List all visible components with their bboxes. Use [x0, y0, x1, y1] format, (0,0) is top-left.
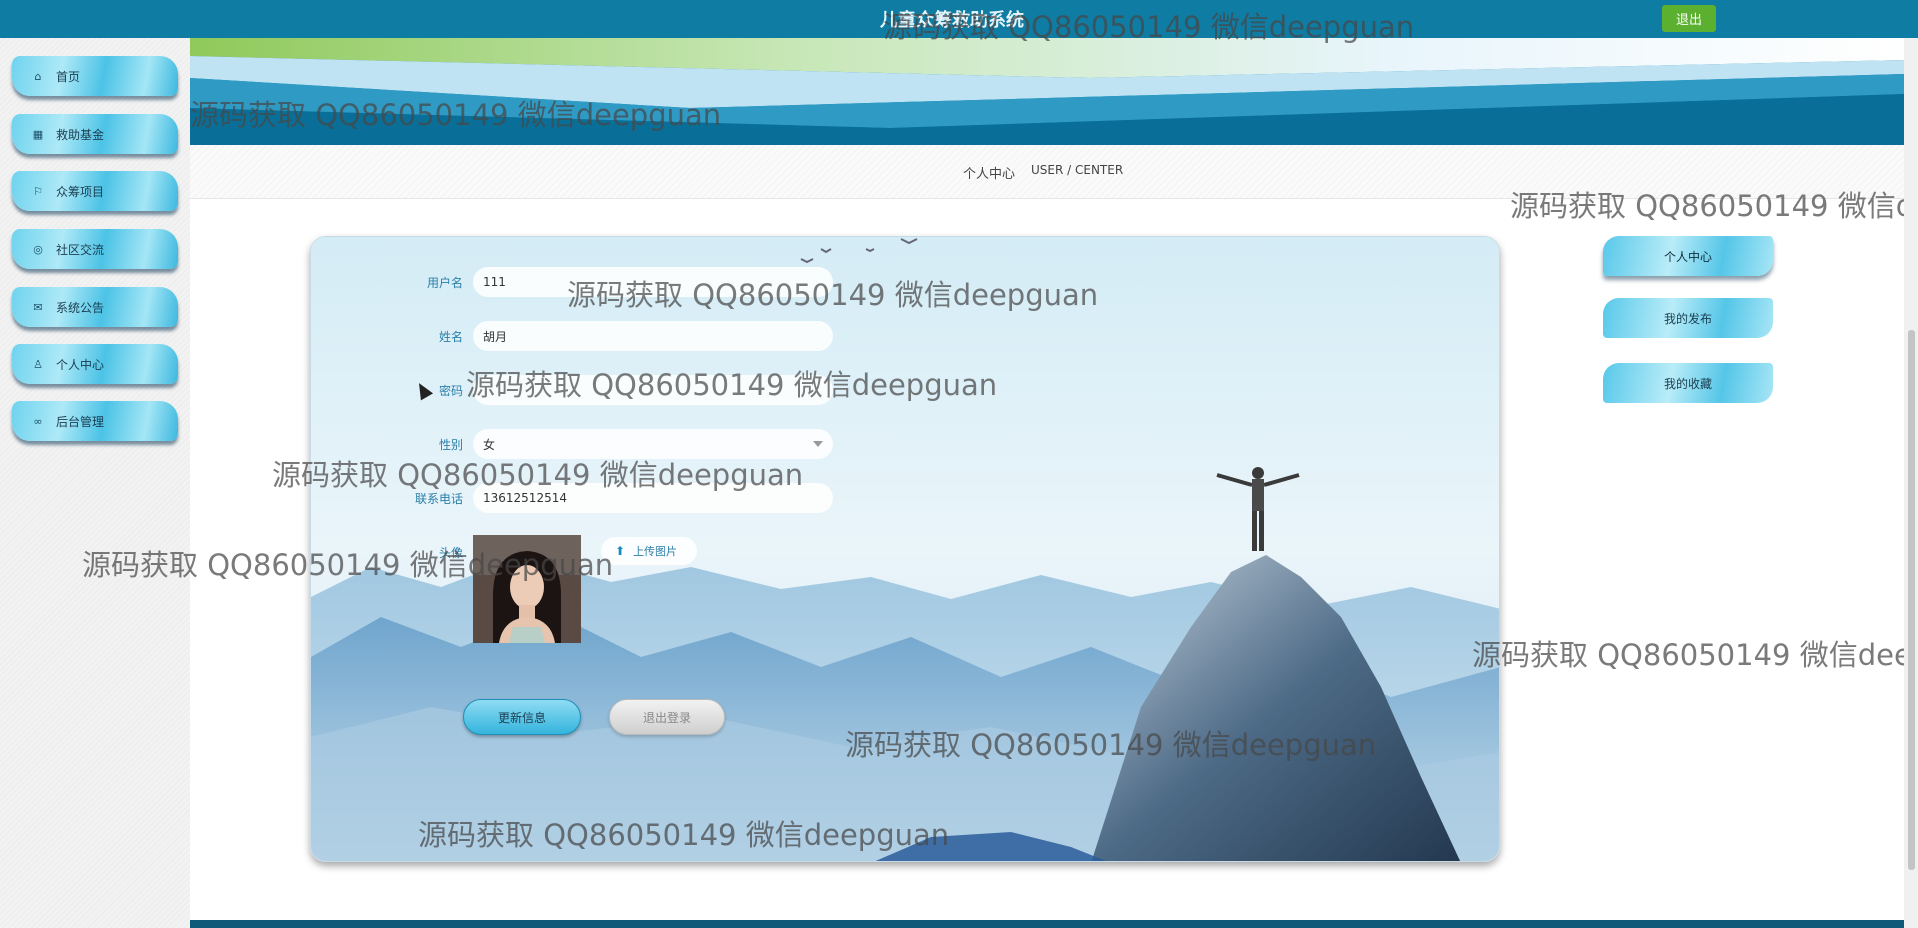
sidebar-item-label: 救助基金 [56, 127, 105, 142]
top-bar: 儿童众筹救助系统 退出 [0, 0, 1918, 38]
logout-button[interactable]: 退出 [1662, 5, 1716, 32]
right-menu-my-posts[interactable]: 我的发布 [1603, 298, 1773, 338]
sidebar-item-home[interactable]: ⌂ 首页 [12, 56, 178, 96]
logout-account-button[interactable]: 退出登录 [609, 699, 725, 735]
globe-icon: ◎ [33, 242, 43, 256]
phone-label: 联系电话 [414, 492, 463, 506]
upload-image-button[interactable]: ⬆ 上传图片 [601, 537, 697, 565]
name-field[interactable]: 胡月 [473, 321, 833, 351]
link-icon: ∞ [33, 414, 43, 428]
app-title: 儿童众筹救助系统 [880, 10, 1024, 31]
footer-bar [190, 920, 1904, 928]
gender-value: 女 [483, 437, 496, 452]
user-icon: ♙ [33, 357, 43, 371]
upload-label: 上传图片 [633, 545, 678, 558]
header-banner [190, 38, 1904, 145]
gender-label: 性别 [438, 438, 463, 452]
flag-icon: ⚐ [33, 184, 43, 198]
banner-graphic [190, 38, 1904, 145]
mail-icon: ✉ [33, 300, 43, 314]
chevron-down-icon [813, 441, 823, 447]
update-info-button[interactable]: 更新信息 [463, 699, 581, 735]
sidebar-item-label: 社区交流 [56, 242, 105, 257]
username-field[interactable]: 111 [473, 267, 833, 297]
sidebar-item-admin[interactable]: ∞ 后台管理 [12, 401, 178, 441]
sidebar-item-label: 个人中心 [56, 357, 105, 372]
home-icon: ⌂ [34, 69, 42, 83]
avatar-image [473, 535, 581, 643]
calendar-icon: ▦ [32, 127, 44, 141]
sidebar-item-announcements[interactable]: ✉ 系统公告 [12, 287, 178, 327]
name-label: 姓名 [438, 330, 463, 344]
sidebar-item-community[interactable]: ◎ 社区交流 [12, 229, 178, 269]
avatar-label: 头像 [438, 546, 463, 560]
gender-select[interactable]: 女 [473, 429, 833, 459]
right-menu-favorites[interactable]: 我的收藏 [1603, 363, 1773, 403]
sidebar-item-label: 系统公告 [56, 300, 105, 315]
sidebar-item-crowdfunding[interactable]: ⚐ 众筹项目 [12, 171, 178, 211]
profile-form-panel: 用户名 111 姓名 胡月 密码 性别 女 联系电话 13612512514 头… [310, 236, 1500, 862]
right-menu-profile[interactable]: 个人中心 [1603, 236, 1773, 276]
sidebar-item-label: 众筹项目 [56, 184, 105, 199]
breadcrumb: 个人中心 USER / CENTER [190, 145, 1904, 199]
sidebar: ⌂ 首页 ▦ 救助基金 ⚐ 众筹项目 ◎ 社区交流 ✉ 系统公告 ♙ 个人中心 … [0, 38, 190, 928]
page: 儿童众筹救助系统 退出 ⌂ 首页 ▦ 救助基金 ⚐ 众筹项目 ◎ 社区交流 ✉ … [0, 0, 1918, 928]
breadcrumb-title: 个人中心 [963, 167, 1016, 182]
phone-field[interactable]: 13612512514 [473, 483, 833, 513]
password-field[interactable] [473, 375, 833, 405]
sidebar-item-profile[interactable]: ♙ 个人中心 [12, 344, 178, 384]
scrollbar-thumb[interactable] [1908, 330, 1915, 870]
breadcrumb-subtitle: USER / CENTER [1031, 163, 1124, 177]
username-label: 用户名 [426, 276, 463, 290]
sidebar-item-fund[interactable]: ▦ 救助基金 [12, 114, 178, 154]
sidebar-item-label: 后台管理 [56, 414, 105, 429]
upload-icon: ⬆ [615, 544, 626, 558]
sidebar-item-label: 首页 [56, 69, 81, 84]
